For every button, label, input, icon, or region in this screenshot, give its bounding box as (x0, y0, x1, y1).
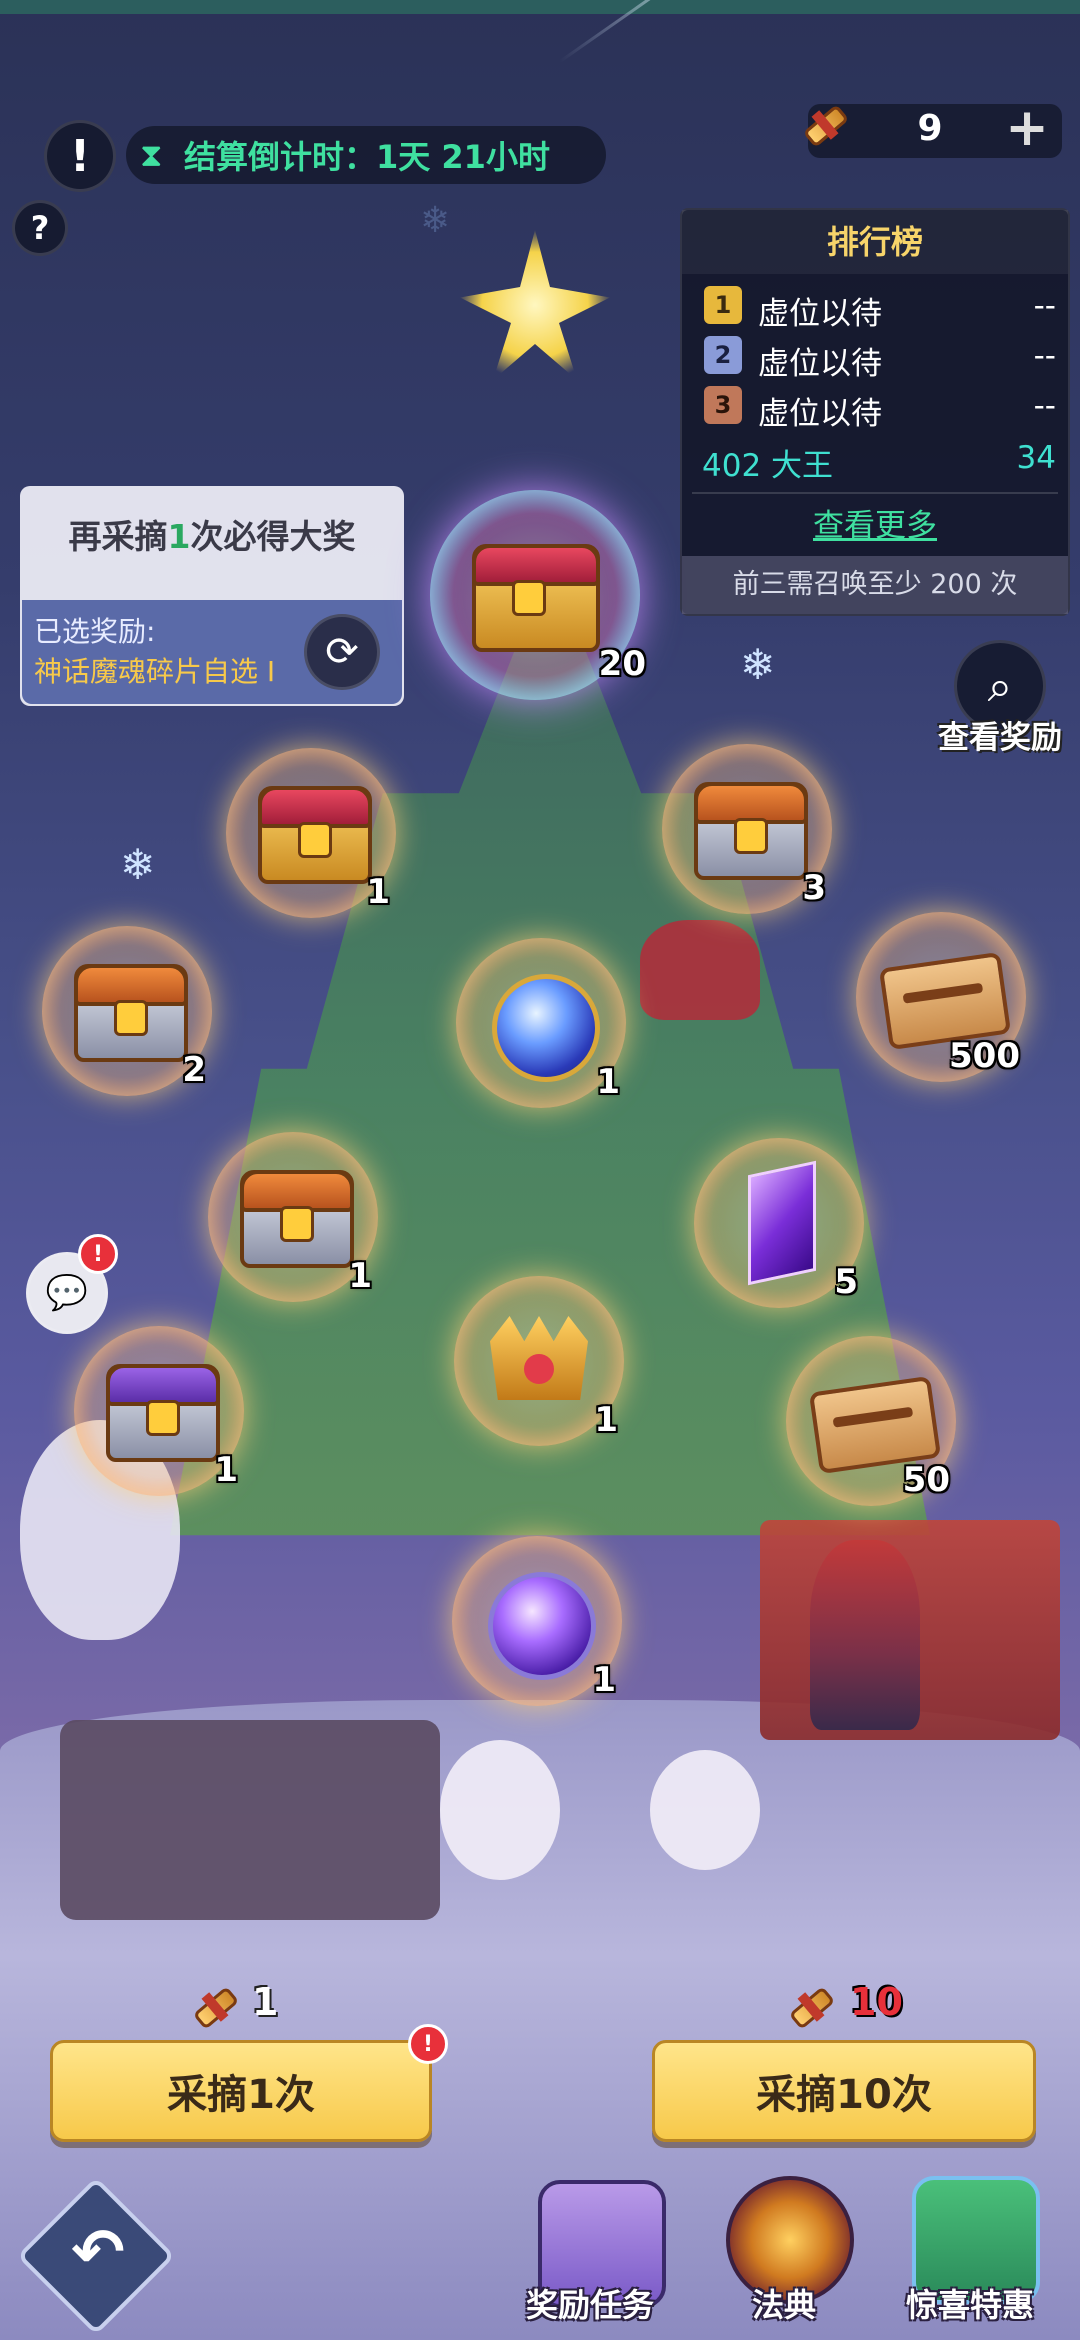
leaderboard-footer: 前三需召唤至少 200 次 (682, 556, 1068, 614)
pick-ten-button[interactable]: 采摘10次 (652, 2040, 1036, 2142)
rank-2-icon: 2 (704, 336, 742, 374)
nav-codex[interactable]: 法典 (752, 2280, 816, 2326)
blue-orb-icon (492, 974, 600, 1082)
pick-once-badge: ! (408, 2024, 448, 2064)
firecracker-scroll-icon (786, 1982, 830, 2026)
rank-score: -- (1033, 338, 1056, 374)
reward-item[interactable]: 1 (456, 938, 626, 1108)
item-count: 2 (182, 1050, 206, 1090)
chat-bubble-icon: 💬 (45, 1273, 89, 1313)
rank-name: 虚位以待 (758, 396, 882, 432)
train-decoration (60, 1720, 440, 1920)
refresh-icon: ⟳ (325, 629, 359, 675)
purple-orb-icon (488, 1572, 596, 1680)
help-button[interactable]: ? (12, 200, 68, 256)
leaderboard-title: 排行榜 (682, 210, 1068, 274)
item-count: 1 (594, 1400, 618, 1440)
rank-score: -- (1033, 288, 1056, 324)
purple-crystal-icon (748, 1160, 816, 1286)
reward-item[interactable]: 5 (694, 1138, 864, 1308)
item-count: 1 (348, 1256, 372, 1296)
leaderboard-row: 3 虚位以待 -- (696, 384, 1056, 432)
reward-item[interactable]: 1 (226, 748, 396, 918)
rank-3-icon: 3 (704, 386, 742, 424)
firecracker-scroll-icon (800, 100, 844, 144)
view-more-link[interactable]: 查看更多 (682, 500, 1068, 552)
reward-item[interactable]: 3 (662, 744, 832, 914)
snowflake-icon: ❄ (420, 200, 451, 241)
item-count: 5 (834, 1262, 858, 1302)
selected-reward-value: 神话魔魂碎片自选 I (34, 655, 276, 688)
leaderboard-panel: 排行榜 1 虚位以待 -- 2 虚位以待 -- 3 虚位以待 -- 402 大王… (680, 208, 1070, 616)
item-count: 1 (214, 1450, 238, 1490)
back-arrow-icon: ↶ (71, 2216, 125, 2290)
info-button[interactable]: ! (44, 120, 116, 192)
item-count: 500 (949, 1036, 1020, 1076)
golden-chest-icon (472, 544, 600, 652)
reward-item[interactable]: 50 (786, 1336, 956, 1506)
self-rank-row: 402 大王 34 (696, 436, 1056, 484)
item-count: 1 (366, 872, 390, 912)
self-rank-score: 34 (1016, 440, 1056, 476)
snowman-decoration-small (440, 1740, 560, 1880)
silver-chest-icon (694, 782, 808, 880)
item-count: 1 (596, 1062, 620, 1102)
divider (692, 492, 1058, 494)
pick-once-cost: 1 (252, 1980, 279, 2024)
chat-notification-badge: ! (78, 1234, 118, 1274)
grand-prize-count: 20 (598, 644, 646, 684)
hint-count: 1 (167, 517, 191, 556)
leaderboard-row: 2 虚位以待 -- (696, 334, 1056, 382)
exclamation-icon: ! (69, 130, 91, 182)
nav-surprise-offers[interactable]: 惊喜特惠 (906, 2280, 1034, 2326)
rank-name: 虚位以待 (758, 296, 882, 332)
question-icon: ? (30, 209, 50, 247)
add-currency-button[interactable]: + (1002, 98, 1052, 158)
item-count: 1 (592, 1660, 616, 1700)
snowflake-icon: ❄ (120, 840, 156, 889)
snowflake-icon: ❄ (740, 640, 776, 689)
selected-reward-label: 已选奖励: (34, 615, 156, 648)
firecracker-scroll-icon (190, 1982, 234, 2026)
reward-item[interactable]: 1 (208, 1132, 378, 1302)
hint-post: 次必得大奖 (190, 517, 356, 556)
rank-name: 虚位以待 (758, 346, 882, 382)
grand-prize-chest[interactable]: 20 (430, 490, 646, 700)
change-reward-button[interactable]: ⟳ (304, 614, 380, 690)
rank-1-icon: 1 (704, 286, 742, 324)
self-rank-name: 402 大王 (702, 448, 834, 484)
grand-prize-hint: 再采摘1次必得大奖 (20, 510, 404, 558)
silver-chest-icon (74, 964, 188, 1062)
red-chest-icon (258, 786, 372, 884)
top-bar-strip (0, 0, 1080, 14)
reward-item[interactable]: 1 (454, 1276, 624, 1446)
crown-icon (490, 1316, 588, 1400)
reward-item[interactable]: 500 (856, 912, 1026, 1082)
countdown-pill: ⧗ 结算倒计时：1天 21小时 (126, 126, 606, 184)
magnifier-icon: ⌕ (987, 660, 1013, 712)
currency-count: 9 (917, 108, 943, 149)
countdown-text: 结算倒计时：1天 21小时 (184, 138, 550, 176)
hourglass-icon: ⧗ (140, 136, 163, 174)
character-figure (810, 1540, 920, 1730)
reward-item[interactable]: 2 (42, 926, 212, 1096)
silver-chest-icon (240, 1170, 354, 1268)
item-count: 50 (902, 1460, 950, 1500)
reward-item[interactable]: 1 (452, 1536, 622, 1706)
pick-once-button[interactable]: 采摘1次 (50, 2040, 432, 2142)
tree-star-icon (460, 230, 610, 380)
hint-pre: 再采摘 (68, 517, 168, 556)
leaderboard-row: 1 虚位以待 -- (696, 284, 1056, 332)
ribbon-bow-icon (640, 920, 760, 1020)
nav-reward-tasks[interactable]: 奖励任务 (526, 2280, 654, 2326)
purple-chest-icon (106, 1364, 220, 1462)
view-rewards-label: 查看奖励 (938, 720, 1062, 756)
game-scene: ❄ ❄ ❄ ! ⧗ 结算倒计时：1天 21小时 ? 9 + 排行榜 1 虚位以待… (0, 0, 1080, 2340)
reward-item[interactable]: 1 (74, 1326, 244, 1496)
item-count: 3 (802, 868, 826, 908)
rank-score: -- (1033, 388, 1056, 424)
pick-ten-cost: 10 (850, 1980, 903, 2024)
snowman-decoration-small (650, 1750, 760, 1870)
